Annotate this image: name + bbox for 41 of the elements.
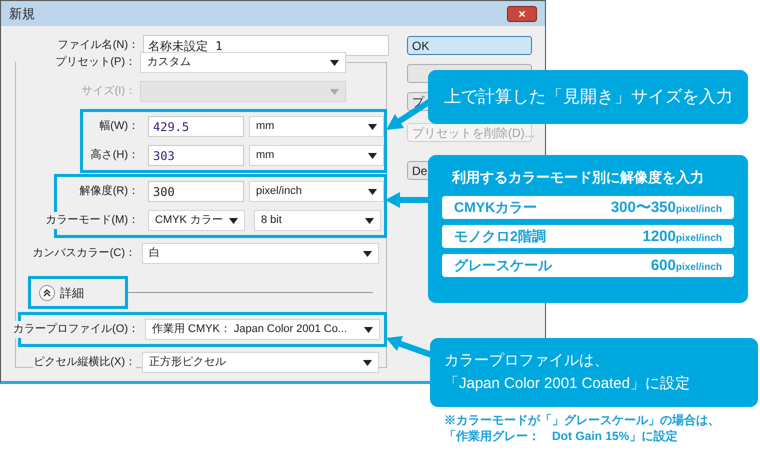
callout-text: 「Japan Color 2001 Coated」に設定 [444, 374, 691, 394]
collapse-toggle[interactable] [39, 284, 55, 300]
resolution-value: 1200pixel/inch [642, 226, 722, 246]
dropdown-arrow-icon [363, 360, 372, 366]
callout-text: 上で計算した「見開き」サイズを入力 [444, 86, 733, 108]
callout-title: 利用するカラーモード別に解像度を入力 [450, 168, 705, 187]
footnote-text: 「作業用グレー： Dot Gain 15%」に設定 [444, 428, 678, 444]
dropdown-arrow-icon [364, 326, 373, 332]
dropdown[interactable]: mm [249, 116, 384, 137]
color-mode-name: CMYKカラー [454, 198, 538, 217]
dropdown-arrow-icon [365, 218, 374, 224]
callout-text: カラープロファイルは、 [444, 351, 610, 371]
dropdown[interactable]: 作業用 CMYK： Japan Color 2001 Co... [145, 319, 380, 340]
dropdown-arrow-icon [330, 60, 339, 66]
window-title: 新規 [9, 4, 35, 23]
dropdown[interactable]: CMYK カラー [148, 210, 245, 231]
dropdown-arrow-icon [330, 88, 339, 94]
input-field[interactable]: 300 [148, 181, 244, 202]
input-field[interactable]: 303 [148, 145, 244, 166]
dropdown-arrow-icon [363, 250, 372, 256]
dropdown-arrow-icon [368, 188, 377, 194]
dropdown[interactable]: 8 bit [254, 210, 381, 231]
dropdown[interactable]: 白 [142, 243, 379, 264]
dropdown[interactable]: 正方形ピクセル [142, 352, 379, 373]
dropdown-arrow-icon [368, 124, 377, 130]
ok-button[interactable]: OK [407, 36, 532, 55]
dropdown[interactable]: カスタム [140, 52, 346, 73]
footnote-text: ※カラーモードが「」グレースケール」の場合は、 [444, 412, 720, 428]
color-mode-name: モノクロ2階調 [454, 227, 546, 246]
resolution-value: 300〜350pixel/inch [610, 198, 722, 218]
chevron-up-icon [43, 288, 51, 296]
dropdown-arrow-icon [368, 152, 377, 158]
input-field[interactable]: 429.5 [148, 116, 244, 137]
dropdown-arrow-icon [229, 218, 238, 224]
dropdown[interactable]: pixel/inch [249, 181, 384, 202]
close-button[interactable]: × [507, 6, 537, 22]
resolution-value: 600pixel/inch [650, 256, 722, 276]
dropdown[interactable]: mm [249, 145, 384, 166]
field-label: ピクセル縦横比(X)： [33, 354, 136, 371]
color-mode-name: グレースケール [454, 256, 552, 275]
section-label: 詳細 [60, 284, 84, 302]
